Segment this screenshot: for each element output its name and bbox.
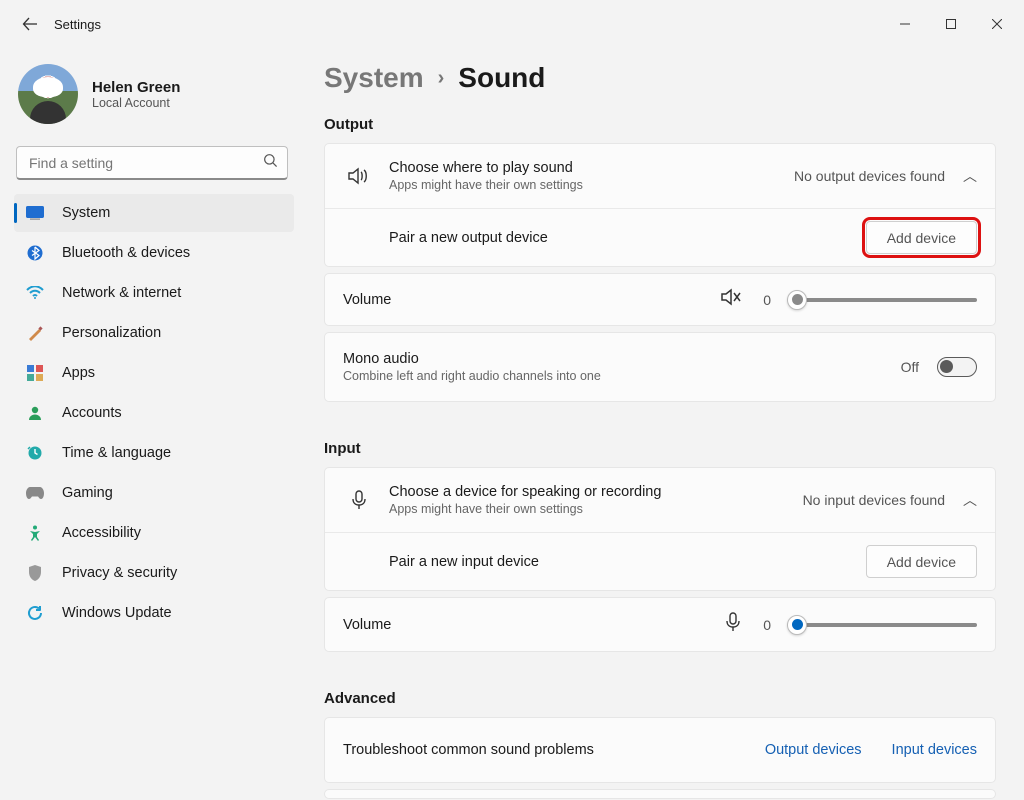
sidebar-item-label: Time & language [62, 445, 171, 461]
minimize-button[interactable] [882, 8, 928, 40]
mic-icon [343, 490, 375, 510]
search-input[interactable] [16, 146, 288, 180]
sidebar-item-label: Gaming [62, 485, 113, 501]
choose-output-title: Choose where to play sound [389, 160, 794, 176]
add-output-device-button[interactable]: Add device [866, 221, 977, 254]
choose-output-sub: Apps might have their own settings [389, 178, 794, 192]
accounts-icon [26, 404, 44, 422]
search-icon [263, 153, 278, 173]
input-volume-slider[interactable] [787, 615, 977, 635]
gaming-icon [26, 484, 44, 502]
pair-output-title: Pair a new output device [389, 230, 866, 246]
choose-output-row[interactable]: Choose where to play sound Apps might ha… [325, 144, 995, 208]
pair-output-row: Pair a new output device Add device [325, 208, 995, 266]
mono-audio-row[interactable]: Mono audio Combine left and right audio … [325, 333, 995, 401]
maximize-button[interactable] [928, 8, 974, 40]
sidebar-item-system[interactable]: System [14, 194, 294, 232]
mono-toggle[interactable] [937, 357, 977, 377]
clock-icon [26, 444, 44, 462]
input-volume-label: Volume [343, 617, 709, 633]
mono-sub: Combine left and right audio channels in… [343, 369, 901, 383]
choose-input-title: Choose a device for speaking or recordin… [389, 484, 803, 500]
troubleshoot-card: Troubleshoot common sound problems Outpu… [324, 717, 996, 783]
output-status: No output devices found [794, 168, 945, 184]
sidebar-item-label: Windows Update [62, 605, 172, 621]
chevron-up-icon[interactable]: ︿ [963, 490, 977, 510]
page-title: Sound [458, 62, 545, 94]
sidebar-item-label: Accessibility [62, 525, 141, 541]
output-heading: Output [324, 116, 996, 133]
accessibility-icon [26, 524, 44, 542]
troubleshoot-title: Troubleshoot common sound problems [343, 742, 765, 758]
speaker-muted-icon[interactable] [721, 288, 741, 311]
troubleshoot-input-link[interactable]: Input devices [892, 742, 977, 758]
speaker-icon [343, 166, 375, 186]
input-status: No input devices found [803, 492, 945, 508]
search-field[interactable] [16, 146, 288, 180]
sidebar-item-label: Bluetooth & devices [62, 245, 190, 261]
sidebar-item-time[interactable]: Time & language [14, 434, 294, 472]
settings-window: Settings Helen Green Local Account [0, 0, 1024, 800]
mic-icon[interactable] [725, 612, 741, 637]
input-card: Choose a device for speaking or recordin… [324, 467, 996, 591]
sidebar-item-label: Personalization [62, 325, 161, 341]
troubleshoot-output-link[interactable]: Output devices [765, 742, 862, 758]
sidebar-item-accounts[interactable]: Accounts [14, 394, 294, 432]
output-volume-card: Volume 0 [324, 273, 996, 326]
system-icon [26, 204, 44, 222]
sidebar-item-accessibility[interactable]: Accessibility [14, 514, 294, 552]
choose-input-row[interactable]: Choose a device for speaking or recordin… [325, 468, 995, 532]
titlebar: Settings [0, 0, 1024, 48]
profile-subtitle: Local Account [92, 96, 180, 110]
sidebar: Helen Green Local Account System Bluetoo… [0, 48, 300, 800]
sidebar-item-update[interactable]: Windows Update [14, 594, 294, 632]
sidebar-item-privacy[interactable]: Privacy & security [14, 554, 294, 592]
output-volume-value: 0 [757, 292, 771, 308]
nav-list: System Bluetooth & devices Network & int… [14, 194, 294, 632]
mono-title: Mono audio [343, 351, 901, 367]
close-button[interactable] [974, 8, 1020, 40]
pair-input-title: Pair a new input device [389, 554, 866, 570]
main-content[interactable]: System › Sound Output Choose where to pl… [300, 48, 1024, 800]
back-button[interactable] [14, 8, 46, 40]
profile-name: Helen Green [92, 79, 180, 96]
wifi-icon [26, 284, 44, 302]
output-volume-slider[interactable] [787, 290, 977, 310]
choose-input-sub: Apps might have their own settings [389, 502, 803, 516]
advanced-heading: Advanced [324, 690, 996, 707]
sidebar-item-label: Network & internet [62, 285, 181, 301]
chevron-right-icon: › [438, 67, 445, 90]
troubleshoot-row: Troubleshoot common sound problems Outpu… [325, 718, 995, 782]
sidebar-item-label: Apps [62, 365, 95, 381]
bluetooth-icon [26, 244, 44, 262]
sidebar-item-apps[interactable]: Apps [14, 354, 294, 392]
output-volume-label: Volume [343, 292, 705, 308]
sidebar-item-bluetooth[interactable]: Bluetooth & devices [14, 234, 294, 272]
mono-state: Off [901, 359, 919, 375]
chevron-up-icon[interactable]: ︿ [963, 166, 977, 186]
next-card-peek [324, 789, 996, 799]
sidebar-item-gaming[interactable]: Gaming [14, 474, 294, 512]
sidebar-item-label: Privacy & security [62, 565, 177, 581]
mono-audio-card: Mono audio Combine left and right audio … [324, 332, 996, 402]
breadcrumb: System › Sound [324, 62, 996, 94]
avatar [18, 64, 78, 124]
paint-icon [26, 324, 44, 342]
shield-icon [26, 564, 44, 582]
pair-input-row: Pair a new input device Add device [325, 532, 995, 590]
input-volume-card: Volume 0 [324, 597, 996, 652]
sidebar-item-network[interactable]: Network & internet [14, 274, 294, 312]
update-icon [26, 604, 44, 622]
sidebar-item-personalization[interactable]: Personalization [14, 314, 294, 352]
profile-block[interactable]: Helen Green Local Account [14, 56, 294, 144]
sidebar-item-label: System [62, 205, 110, 221]
input-volume-value: 0 [757, 617, 771, 633]
input-heading: Input [324, 440, 996, 457]
window-title: Settings [54, 17, 101, 32]
add-input-device-button[interactable]: Add device [866, 545, 977, 578]
output-card: Choose where to play sound Apps might ha… [324, 143, 996, 267]
breadcrumb-parent[interactable]: System [324, 62, 424, 94]
sidebar-item-label: Accounts [62, 405, 122, 421]
apps-icon [26, 364, 44, 382]
